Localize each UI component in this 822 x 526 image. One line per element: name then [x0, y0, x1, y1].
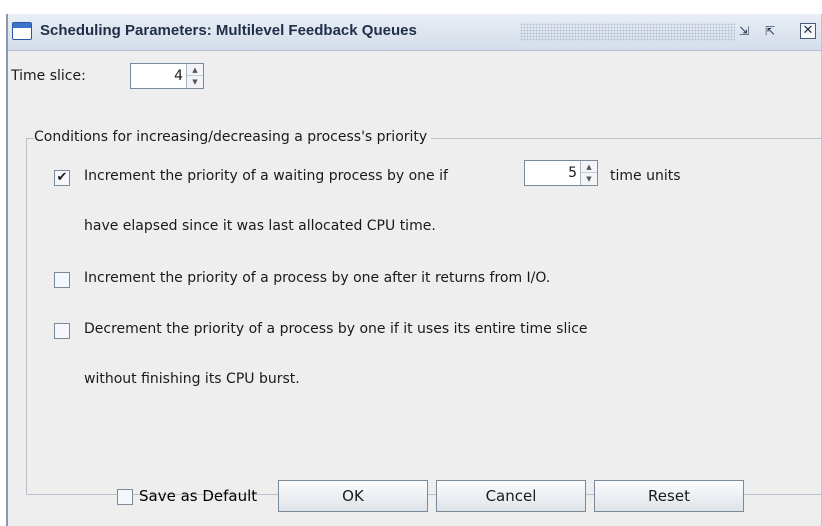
restore-icon[interactable]: ⇲	[736, 23, 752, 39]
option1-text: Increment the priority of a waiting proc…	[84, 168, 448, 184]
spinner-arrows: ▲ ▼	[186, 64, 203, 88]
option1-spinner[interactable]: 5 ▲ ▼	[524, 160, 598, 186]
option2-checkbox[interactable]	[54, 272, 70, 288]
option3-checkbox[interactable]	[54, 323, 70, 339]
time-slice-spinner[interactable]: 4 ▲ ▼	[130, 63, 204, 89]
ok-button[interactable]: OK	[278, 480, 428, 512]
option1-unit-text: time units	[610, 168, 681, 184]
option3-text: Decrement the priority of a process by o…	[84, 321, 588, 337]
maximize-icon[interactable]: ⇱	[762, 23, 778, 39]
dialog-content: Time slice: 4 ▲ ▼ Conditions for increas…	[8, 50, 822, 526]
spinner-up-icon[interactable]: ▲	[187, 64, 203, 76]
option1-text-line2: have elapsed since it was last allocated…	[84, 218, 436, 234]
spinner-down-icon[interactable]: ▼	[187, 76, 203, 88]
time-slice-value[interactable]: 4	[131, 68, 187, 84]
spinner-down-icon[interactable]: ▼	[581, 173, 597, 185]
option3-text-line2: without finishing its CPU burst.	[84, 371, 300, 387]
conditions-legend: Conditions for increasing/decreasing a p…	[34, 129, 432, 145]
option1-value[interactable]: 5	[525, 165, 581, 181]
option1-checkbox[interactable]: ✔	[54, 170, 70, 186]
cancel-button[interactable]: Cancel	[436, 480, 586, 512]
time-slice-label: Time slice:	[11, 68, 86, 84]
save-default-label: Save as Default	[139, 487, 258, 505]
window-icon	[12, 22, 32, 40]
conditions-group	[26, 138, 822, 495]
window-title: Scheduling Parameters: Multilevel Feedba…	[40, 22, 417, 39]
close-icon[interactable]: ✕	[800, 23, 816, 39]
reset-button[interactable]: Reset	[594, 480, 744, 512]
title-grip-pattern	[520, 23, 735, 41]
option2-text: Increment the priority of a process by o…	[84, 270, 551, 286]
title-bar[interactable]: Scheduling Parameters: Multilevel Feedba…	[8, 14, 821, 51]
spinner-arrows: ▲ ▼	[580, 161, 597, 185]
spinner-up-icon[interactable]: ▲	[581, 161, 597, 173]
dialog-window: Scheduling Parameters: Multilevel Feedba…	[6, 14, 822, 526]
save-default-checkbox[interactable]	[117, 489, 133, 505]
